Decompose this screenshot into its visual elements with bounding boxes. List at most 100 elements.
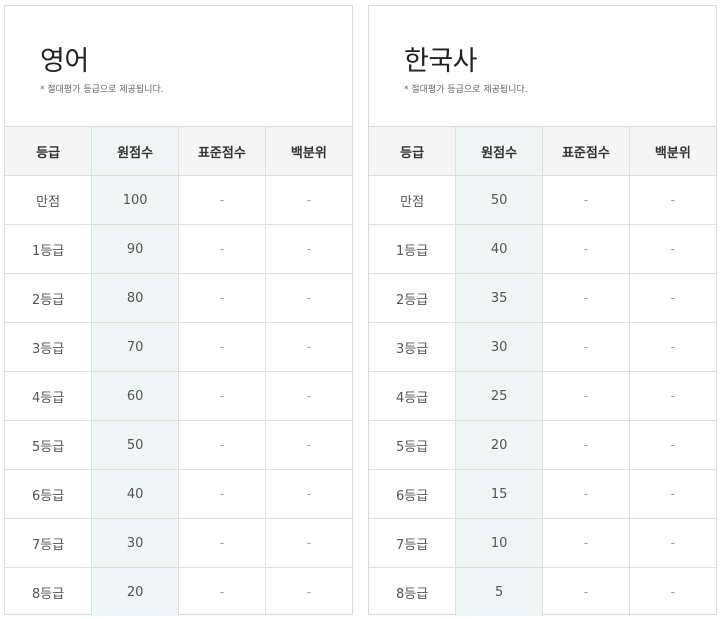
header-percentile: 백분위 xyxy=(628,127,716,176)
cell-raw-score: 40 xyxy=(455,224,543,274)
cell-raw-score: 30 xyxy=(455,322,543,372)
cell-grade: 4등급 xyxy=(369,371,456,421)
cell-standard-score: - xyxy=(178,469,266,519)
cell-percentile: - xyxy=(628,420,716,470)
grade-table: 등급 원점수 표준점수 백분위 만점 100 - - 1등급 90 - - 2등… xyxy=(5,127,352,616)
table-row: 6등급 40 - - xyxy=(5,469,352,519)
table-row: 7등급 30 - - xyxy=(5,518,352,568)
cell-standard-score: - xyxy=(178,322,266,372)
cell-grade: 만점 xyxy=(5,175,92,225)
cell-percentile: - xyxy=(264,518,352,568)
cell-percentile: - xyxy=(628,567,716,616)
table-row: 4등급 60 - - xyxy=(5,371,352,421)
table-row: 3등급 70 - - xyxy=(5,322,352,372)
header-grade: 등급 xyxy=(5,127,92,176)
cell-standard-score: - xyxy=(178,273,266,323)
cell-percentile: - xyxy=(628,322,716,372)
cell-standard-score: - xyxy=(542,469,630,519)
cell-raw-score: 35 xyxy=(455,273,543,323)
header-percentile: 백분위 xyxy=(264,127,352,176)
cell-raw-score: 50 xyxy=(91,420,179,470)
cell-grade: 만점 xyxy=(369,175,456,225)
cell-percentile: - xyxy=(628,518,716,568)
table-row: 4등급 25 - - xyxy=(369,371,716,421)
cell-raw-score: 5 xyxy=(455,567,543,616)
cell-percentile: - xyxy=(628,224,716,274)
cell-percentile: - xyxy=(264,224,352,274)
korean-history-grade-panel: 한국사 * 절대평가 등급으로 제공됩니다. 등급 원점수 표준점수 백분위 만… xyxy=(368,5,717,616)
cell-grade: 6등급 xyxy=(369,469,456,519)
cell-raw-score: 70 xyxy=(91,322,179,372)
cell-grade: 3등급 xyxy=(369,322,456,372)
cell-raw-score: 50 xyxy=(455,175,543,225)
cell-grade: 1등급 xyxy=(369,224,456,274)
cell-raw-score: 40 xyxy=(91,469,179,519)
cell-percentile: - xyxy=(264,420,352,470)
cell-grade: 4등급 xyxy=(5,371,92,421)
cell-standard-score: - xyxy=(542,567,630,616)
cell-percentile: - xyxy=(264,322,352,372)
cell-standard-score: - xyxy=(542,224,630,274)
table-row: 1등급 40 - - xyxy=(369,224,716,274)
cell-percentile: - xyxy=(264,175,352,225)
panel-note: * 절대평가 등급으로 제공됩니다. xyxy=(404,85,528,95)
cell-standard-score: - xyxy=(178,371,266,421)
cell-percentile: - xyxy=(264,371,352,421)
cell-raw-score: 10 xyxy=(455,518,543,568)
cell-grade: 8등급 xyxy=(396,586,429,602)
cell-percentile: - xyxy=(628,371,716,421)
table-row: 8등급 5 - - xyxy=(369,567,716,616)
table-row: 8등급 20 - - xyxy=(5,567,352,616)
table-row: 만점 50 - - xyxy=(369,175,716,225)
table-row: 1등급 90 - - xyxy=(5,224,352,274)
cell-percentile: - xyxy=(628,175,716,225)
table-row: 3등급 30 - - xyxy=(369,322,716,372)
table-row: 6등급 15 - - xyxy=(369,469,716,519)
cell-standard-score: - xyxy=(542,175,630,225)
cell-raw-score: 15 xyxy=(455,469,543,519)
header-raw-score: 원점수 xyxy=(455,127,543,176)
table-header-row: 등급 원점수 표준점수 백분위 xyxy=(5,127,352,176)
cell-raw-score: 100 xyxy=(91,175,179,225)
header-grade: 등급 xyxy=(369,127,456,176)
cell-standard-score: - xyxy=(542,273,630,323)
table-row: 2등급 80 - - xyxy=(5,273,352,323)
grade-table: 등급 원점수 표준점수 백분위 만점 50 - - 1등급 40 - - 2등급… xyxy=(369,127,716,616)
header-standard-score: 표준점수 xyxy=(542,127,630,176)
cell-raw-score: 25 xyxy=(455,371,543,421)
cell-standard-score: - xyxy=(178,420,266,470)
cell-standard-score: - xyxy=(178,567,266,616)
english-grade-panel: 영어 * 절대평가 등급으로 제공됩니다. 등급 원점수 표준점수 백분위 만점… xyxy=(4,5,353,616)
cell-raw-score: 60 xyxy=(91,371,179,421)
header-raw-score: 원점수 xyxy=(91,127,179,176)
cell-percentile: - xyxy=(264,567,352,616)
cell-percentile: - xyxy=(264,273,352,323)
cell-grade: 5등급 xyxy=(369,420,456,470)
cell-grade: 1등급 xyxy=(5,224,92,274)
panel-title: 영어 xyxy=(40,46,89,77)
cell-standard-score: - xyxy=(542,420,630,470)
header-standard-score: 표준점수 xyxy=(178,127,266,176)
table-row: 2등급 35 - - xyxy=(369,273,716,323)
cell-standard-score: - xyxy=(542,518,630,568)
panel-header: 영어 * 절대평가 등급으로 제공됩니다. xyxy=(5,6,352,127)
table-row: 7등급 10 - - xyxy=(369,518,716,568)
cell-raw-score: 20 xyxy=(455,420,543,470)
cell-percentile: - xyxy=(628,273,716,323)
cell-raw-score: 80 xyxy=(91,273,179,323)
cell-grade: 8등급 xyxy=(32,586,65,602)
cell-raw-score: 20 xyxy=(91,567,179,616)
cell-standard-score: - xyxy=(542,371,630,421)
cell-grade: 5등급 xyxy=(5,420,92,470)
panel-title: 한국사 xyxy=(404,46,478,77)
cell-raw-score: 30 xyxy=(91,518,179,568)
cell-grade: 2등급 xyxy=(369,273,456,323)
table-row: 5등급 50 - - xyxy=(5,420,352,470)
cell-standard-score: - xyxy=(178,518,266,568)
cell-raw-score: 90 xyxy=(91,224,179,274)
cell-standard-score: - xyxy=(178,224,266,274)
table-row: 5등급 20 - - xyxy=(369,420,716,470)
table-header-row: 등급 원점수 표준점수 백분위 xyxy=(369,127,716,176)
cell-grade: 7등급 xyxy=(369,518,456,568)
cell-standard-score: - xyxy=(542,322,630,372)
